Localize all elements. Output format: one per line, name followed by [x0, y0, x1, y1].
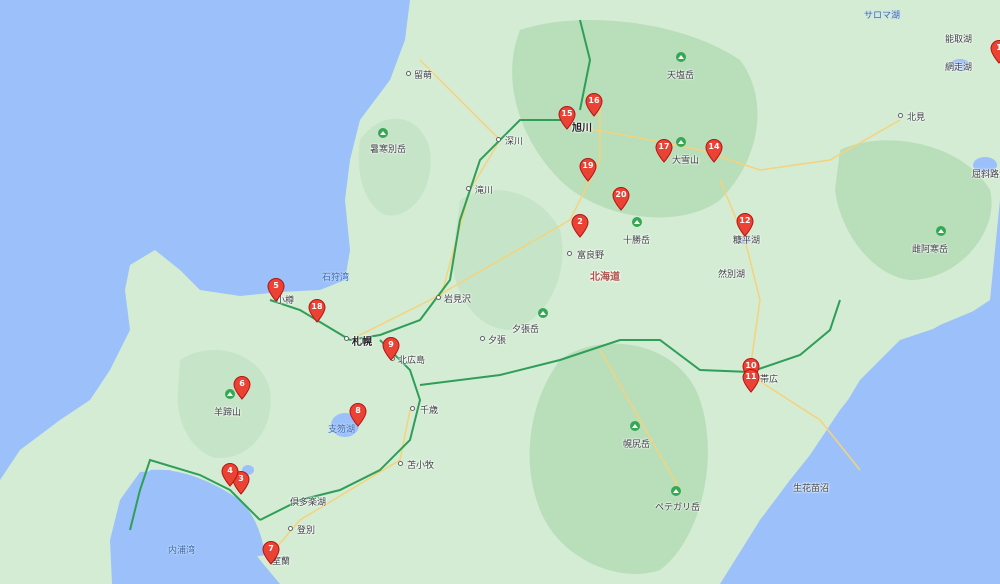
map-label: 雌阿寒岳 — [912, 245, 949, 255]
map-label: 暑寒別岳 — [370, 145, 407, 155]
mountain-icon — [538, 308, 548, 318]
map-pin-marker[interactable]: 14 — [705, 139, 723, 163]
map-label: 帯広 — [760, 375, 779, 385]
pin-number: 9 — [388, 340, 394, 349]
mountain-icon — [676, 137, 686, 147]
map-pin-marker[interactable]: 18 — [308, 299, 326, 323]
city-dot-icon — [410, 406, 415, 411]
pin-number: 2 — [577, 217, 583, 226]
map-label: 十勝岳 — [623, 236, 651, 246]
pin-number: 18 — [311, 302, 323, 311]
map-label: 富良野 — [577, 251, 605, 261]
pin-number: 16 — [588, 96, 600, 105]
map-pin-marker[interactable]: 1 — [990, 40, 1000, 64]
mountain-icon — [378, 128, 388, 138]
map-label: 深川 — [505, 137, 524, 147]
map-pin-marker[interactable]: 11 — [742, 369, 760, 393]
map-label: 登別 — [297, 526, 316, 536]
pin-number: 12 — [739, 216, 751, 225]
map-pin-marker[interactable]: 19 — [579, 158, 597, 182]
map-label: 岩見沢 — [444, 295, 472, 305]
map-canvas[interactable]: サロマ湖 能取湖 網走湖 留萌 天塩岳 旭川 深川 暑寒別岳 北見 大雪山 屈斜… — [0, 0, 1000, 584]
city-dot-icon — [406, 71, 411, 76]
city-dot-icon — [436, 295, 441, 300]
mountain-icon — [632, 217, 642, 227]
map-pin-marker[interactable]: 7 — [262, 541, 280, 565]
map-label: 羊蹄山 — [214, 408, 242, 418]
map-pin-marker[interactable]: 5 — [267, 278, 285, 302]
map-label: 網走湖 — [945, 63, 973, 73]
map-label: 天塩岳 — [667, 71, 695, 81]
pin-number: 17 — [658, 142, 670, 151]
map-label: 能取湖 — [945, 35, 973, 45]
mountain-icon — [671, 486, 681, 496]
map-label: 幌尻岳 — [623, 440, 651, 450]
map-pin-marker[interactable]: 17 — [655, 139, 673, 163]
map-label: 留萌 — [414, 71, 433, 81]
map-label: サロマ湖 — [864, 11, 901, 21]
map-label: 夕張 — [488, 336, 507, 346]
city-dot-icon — [898, 113, 903, 118]
map-label: 夕張岳 — [512, 325, 540, 335]
city-dot-icon — [288, 526, 293, 531]
pin-number: 5 — [273, 281, 279, 290]
region-label: 北海道 — [590, 272, 620, 283]
map-pin-marker[interactable]: 12 — [736, 213, 754, 237]
map-label: 内浦湾 — [168, 546, 196, 556]
map-label: 生花苗沼 — [793, 484, 830, 494]
pin-number: 4 — [227, 466, 233, 475]
pin-number: 15 — [561, 109, 573, 118]
map-pin-marker[interactable]: 6 — [233, 376, 251, 400]
map-label: 滝川 — [475, 186, 494, 196]
city-dot-icon — [480, 336, 485, 341]
pin-number: 20 — [615, 190, 627, 199]
pin-number: 11 — [745, 372, 757, 381]
map-label: 北見 — [907, 113, 926, 123]
map-label: 石狩湾 — [322, 273, 350, 283]
city-dot-icon — [466, 186, 471, 191]
map-label: 屈斜路湖 — [972, 170, 1000, 180]
map-base — [0, 0, 1000, 584]
map-label: 倶多楽湖 — [290, 498, 327, 508]
map-label: ペテガリ岳 — [655, 503, 701, 513]
map-label: 然別湖 — [718, 270, 746, 280]
city-dot-icon — [496, 137, 501, 142]
map-label: 苫小牧 — [407, 461, 435, 471]
pin-number: 1 — [996, 43, 1000, 52]
city-dot-icon — [398, 461, 403, 466]
city-dot-icon — [567, 251, 572, 256]
map-pin-marker[interactable]: 15 — [558, 106, 576, 130]
map-pin-marker[interactable]: 4 — [221, 463, 239, 487]
map-label: 大雪山 — [672, 156, 700, 166]
mountain-icon — [936, 226, 946, 236]
pin-number: 19 — [582, 161, 594, 170]
map-label: 北広島 — [398, 356, 426, 366]
map-pin-marker[interactable]: 20 — [612, 187, 630, 211]
mountain-icon — [676, 52, 686, 62]
map-label: 千歳 — [420, 406, 439, 416]
map-pin-marker[interactable]: 9 — [382, 337, 400, 361]
map-pin-marker[interactable]: 16 — [585, 93, 603, 117]
map-pin-marker[interactable]: 8 — [349, 403, 367, 427]
map-pin-marker[interactable]: 2 — [571, 214, 589, 238]
pin-number: 6 — [239, 379, 245, 388]
pin-number: 14 — [708, 142, 720, 151]
map-label: 札幌 — [352, 337, 372, 348]
pin-number: 7 — [268, 544, 274, 553]
mountain-icon — [630, 421, 640, 431]
city-dot-icon — [344, 336, 349, 341]
pin-number: 8 — [355, 406, 361, 415]
